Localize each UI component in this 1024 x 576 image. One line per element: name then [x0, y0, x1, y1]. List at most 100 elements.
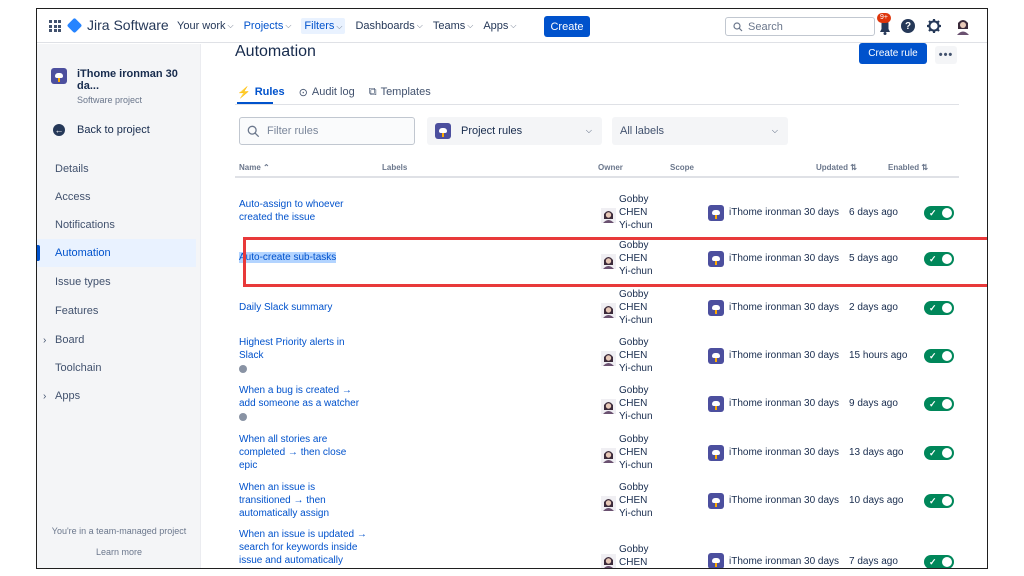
sidebar-item-label: Board [55, 334, 85, 346]
sidebar-item-access[interactable]: Access [37, 183, 196, 211]
enabled-toggle[interactable]: ✓ [924, 301, 954, 315]
user-avatar[interactable] [955, 17, 971, 35]
help-icon[interactable]: ? [901, 19, 915, 33]
sidebar-item-toolchain[interactable]: Toolchain [37, 354, 196, 382]
table-row[interactable]: Highest Priority alerts in Slack Gobby C… [235, 332, 959, 380]
rule-name-text: When an issue is updated → search for ke… [239, 529, 367, 566]
table-row[interactable]: When a bug is created → add someone as a… [235, 380, 959, 428]
gear-icon[interactable] [926, 18, 942, 34]
sidebar-item-label: Automation [55, 247, 111, 259]
labels-select[interactable]: All labels ⌵ [612, 117, 788, 145]
sidebar-item-features[interactable]: Features [37, 297, 196, 325]
back-to-project-link[interactable]: ← Back to project [53, 124, 150, 136]
rule-name-link[interactable]: Daily Slack summary [239, 301, 367, 314]
app-switcher-icon[interactable] [49, 20, 61, 32]
rule-name-link[interactable]: Auto-assign to whoever created the issue [239, 198, 367, 224]
owner-middle: CHEN [619, 253, 648, 264]
table-row[interactable]: When an issue is updated → search for ke… [235, 524, 959, 568]
search-input[interactable]: Search [725, 17, 875, 36]
owner-middle: CHEN [619, 398, 648, 409]
updated-text: 2 days ago [849, 302, 898, 313]
enabled-toggle[interactable]: ✓ [924, 494, 954, 508]
enabled-toggle[interactable]: ✓ [924, 397, 954, 411]
check-icon: ✓ [929, 448, 937, 458]
updated-text: 5 days ago [849, 253, 898, 264]
owner-avatar [601, 496, 616, 511]
column-header-enabled[interactable]: Enabled ⇅ [888, 163, 928, 172]
tab-rules[interactable]: ⚡ Rules [237, 83, 285, 101]
rule-name-text: Highest Priority alerts in Slack [239, 337, 345, 361]
owner-first: Gobby [619, 385, 649, 396]
nav-label: Dashboards [355, 20, 415, 32]
column-header-updated[interactable]: Updated ⇅ [816, 163, 857, 172]
rule-name-link[interactable]: When a bug is created → add someone as a… [239, 384, 367, 421]
more-actions-button[interactable]: ••• [935, 46, 957, 64]
sidebar-item-label: Notifications [55, 219, 115, 231]
header-label: Updated [816, 163, 848, 172]
rule-name-link[interactable]: When an issue is transitioned → then aut… [239, 481, 367, 520]
nav-apps[interactable]: Apps ⌵ [483, 20, 516, 32]
logo-text: Jira Software [87, 17, 169, 33]
enabled-toggle[interactable]: ✓ [924, 555, 954, 568]
owner-last: Yi-chun [619, 411, 653, 422]
sidebar-item-notifications[interactable]: Notifications [37, 211, 196, 239]
project-name: iThome ironman 30 da... [77, 68, 178, 92]
column-header-name[interactable]: Name ⌃ [239, 163, 270, 172]
info-icon[interactable] [239, 365, 247, 373]
table-row[interactable]: Auto-create sub-tasks Gobby CHEN Yi-chun… [235, 235, 959, 283]
owner-avatar [601, 254, 616, 269]
table-row[interactable]: When an issue is transitioned → then aut… [235, 477, 959, 525]
sidebar-item-apps[interactable]: › Apps [37, 382, 196, 410]
owner-first: Gobby [619, 544, 649, 555]
rule-name-link[interactable]: When an issue is updated → search for ke… [239, 528, 367, 567]
owner-first: Gobby [619, 482, 649, 493]
table-row[interactable]: Daily Slack summary Gobby CHEN Yi-chun i… [235, 284, 959, 332]
sidebar-item-issue-types[interactable]: Issue types [37, 268, 196, 296]
sidebar-item-details[interactable]: Details [37, 155, 196, 183]
rule-name-link[interactable]: When all stories are completed → then cl… [239, 433, 367, 472]
tab-audit-log[interactable]: ⊙ Audit log [299, 83, 355, 101]
app-window: Jira Software Your work ⌵ Projects ⌵ Fil… [36, 8, 988, 569]
enabled-toggle[interactable]: ✓ [924, 446, 954, 460]
sidebar-item-label: Features [55, 305, 99, 317]
chevron-down-icon: ⌵ [336, 21, 343, 31]
table-row[interactable]: Auto-assign to whoever created the issue… [235, 189, 959, 237]
rule-name-link[interactable]: Auto-create sub-tasks [239, 251, 367, 264]
create-button[interactable]: Create [544, 16, 590, 37]
sidebar-item-board[interactable]: › Board [37, 326, 196, 354]
notifications-button[interactable]: 9+ [875, 13, 895, 37]
tab-label: Templates [380, 86, 431, 98]
rule-name-text: When all stories are completed → then cl… [239, 434, 347, 471]
project-avatar-icon [435, 123, 451, 139]
nav-projects[interactable]: Projects ⌵ [244, 20, 292, 32]
scope-text: iThome ironman 30 days [729, 302, 840, 313]
nav-teams[interactable]: Teams ⌵ [433, 20, 473, 32]
project-rules-select[interactable]: Project rules ⌵ [427, 117, 602, 145]
filter-rules-input[interactable]: Filter rules [239, 117, 415, 145]
jira-logo[interactable]: Jira Software [66, 17, 169, 33]
project-header[interactable]: iThome ironman 30 da... Software project [51, 68, 200, 105]
sort-icon: ⇅ [921, 163, 929, 172]
check-icon: ✓ [929, 303, 937, 313]
enabled-toggle[interactable]: ✓ [924, 206, 954, 220]
sidebar-item-automation[interactable]: Automation [37, 239, 196, 267]
info-icon[interactable] [239, 413, 247, 421]
scope-project-icon [708, 205, 724, 221]
updated-text: 6 days ago [849, 207, 898, 218]
enabled-toggle[interactable]: ✓ [924, 349, 954, 363]
nav-your-work[interactable]: Your work ⌵ [177, 20, 234, 32]
enabled-toggle[interactable]: ✓ [924, 252, 954, 266]
table-row[interactable]: When all stories are completed → then cl… [235, 429, 959, 477]
learn-more-link[interactable]: Learn more [37, 547, 201, 557]
nav-filters[interactable]: Filters ⌵ [301, 18, 346, 34]
nav-dashboards[interactable]: Dashboards ⌵ [355, 20, 422, 32]
column-header-labels: Labels [382, 163, 408, 172]
create-rule-button[interactable]: Create rule [859, 43, 927, 64]
sidebar-item-label: Apps [55, 390, 81, 402]
sidebar-item-label: Toolchain [55, 362, 102, 374]
nav-label: Filters [304, 19, 335, 32]
rule-name-link[interactable]: Highest Priority alerts in Slack [239, 336, 367, 373]
owner-avatar [601, 208, 616, 223]
tab-templates[interactable]: ⧉ Templates [369, 83, 431, 101]
owner-last: Yi-chun [619, 460, 653, 471]
